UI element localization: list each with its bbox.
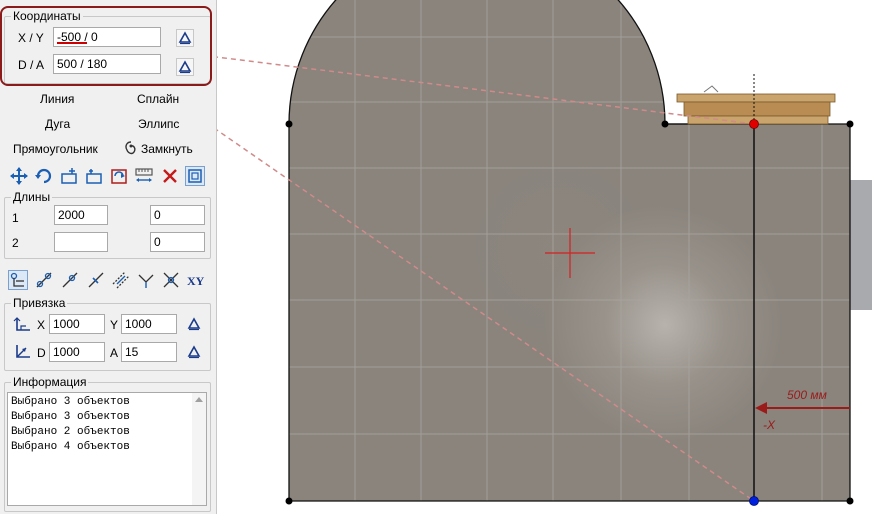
close-icon: [123, 140, 139, 160]
xy-apply-button[interactable]: [176, 29, 194, 47]
snap-perpendicular-icon[interactable]: [136, 270, 156, 290]
snap-da-apply-button[interactable]: [186, 344, 204, 362]
tool-close-contour[interactable]: Замкнуть: [141, 141, 193, 157]
snap-d-label: D: [37, 346, 46, 360]
snap-parallel-icon[interactable]: [111, 270, 131, 290]
snap-x-field[interactable]: 1000: [49, 314, 105, 334]
snap-center-icon[interactable]: [34, 270, 54, 290]
insert-point-icon[interactable]: [84, 166, 104, 186]
snap-y-field[interactable]: 1000: [121, 314, 177, 334]
mirror-icon[interactable]: [109, 166, 129, 186]
info-title: Информация: [11, 375, 89, 389]
rotate-icon[interactable]: [34, 166, 54, 186]
snap-midpoint-icon[interactable]: [86, 270, 106, 290]
vertex-point[interactable]: [285, 120, 293, 128]
lengths-title: Длины: [11, 190, 53, 204]
properties-panel: Координаты X / Y -500 / 0 D / A 500 / 18…: [0, 0, 217, 514]
length-row-index: 2: [12, 236, 19, 250]
add-point-icon[interactable]: [59, 166, 79, 186]
snap-y-label: Y: [110, 318, 119, 332]
vertex-point[interactable]: [846, 120, 854, 128]
tool-rectangle[interactable]: Прямоугольник: [13, 141, 98, 157]
tool-arc[interactable]: Дуга: [45, 116, 70, 132]
scroll-up-icon[interactable]: [192, 393, 206, 407]
delete-icon[interactable]: [160, 166, 180, 186]
svg-text:XY: XY: [187, 274, 205, 288]
log-line: Выбрано 3 объектов: [11, 396, 130, 408]
snap-xy-apply-button[interactable]: [186, 316, 204, 334]
da-label: D / A: [18, 58, 45, 72]
side-panel: [850, 180, 872, 310]
tool-ellipse[interactable]: Эллипс: [138, 116, 179, 132]
length-row-index: 1: [12, 211, 19, 225]
snap-x-label: X: [37, 318, 46, 332]
move-icon[interactable]: [9, 166, 29, 186]
snap-group: Привязка: [4, 296, 211, 371]
snap-angle-icon: [13, 344, 31, 363]
snap-intersection-icon[interactable]: [161, 270, 181, 290]
triangle-icon: [187, 345, 201, 359]
triangle-icon: [178, 31, 192, 45]
tool-spline[interactable]: Сплайн: [137, 91, 179, 107]
frame-icon[interactable]: [185, 166, 205, 186]
drawing-canvas[interactable]: 500 мм -X: [217, 0, 893, 514]
tool-line[interactable]: Линия: [40, 91, 74, 107]
vertex-point[interactable]: [661, 120, 669, 128]
angle-field-1[interactable]: 0: [150, 205, 205, 225]
da-field[interactable]: 500 / 180: [53, 54, 161, 74]
snap-node-icon[interactable]: [8, 270, 28, 290]
angle-field-2[interactable]: 0: [150, 232, 205, 252]
log-line: Выбрано 2 объектов: [11, 426, 130, 438]
xy-field[interactable]: -500 / 0: [53, 27, 161, 47]
active-vertex-red[interactable]: [749, 119, 759, 129]
snap-a-field[interactable]: 15: [121, 342, 177, 362]
xy-underline: [57, 42, 87, 44]
info-log[interactable]: Выбрано 3 объектов Выбрано 3 объектов Вы…: [7, 392, 207, 506]
snap-a-label: A: [110, 346, 119, 360]
snap-xy-icon[interactable]: XY: [186, 270, 206, 290]
axis-label: -X: [763, 418, 775, 432]
snap-d-field[interactable]: 1000: [49, 342, 105, 362]
vertex-point[interactable]: [285, 497, 293, 505]
snap-endpoint-icon[interactable]: [60, 270, 80, 290]
log-scrollbar[interactable]: [192, 393, 206, 505]
snap-title: Привязка: [11, 296, 68, 310]
plan-drawing: [217, 0, 872, 506]
active-vertex-blue[interactable]: [749, 496, 759, 506]
log-line: Выбрано 3 объектов: [11, 411, 130, 423]
vertex-point[interactable]: [846, 497, 854, 505]
triangle-icon: [187, 317, 201, 331]
log-line: Выбрано 4 объектов: [11, 441, 130, 453]
measure-icon[interactable]: [134, 166, 154, 186]
length-field-1[interactable]: 2000: [54, 205, 108, 225]
length-field-2[interactable]: [54, 232, 108, 252]
xy-label: X / Y: [18, 31, 44, 45]
da-apply-button[interactable]: [176, 58, 194, 76]
dimension-label: 500 мм: [787, 388, 827, 402]
wooden-object: [676, 85, 836, 125]
triangle-icon: [178, 60, 192, 74]
snap-grid-icon: [13, 317, 31, 336]
